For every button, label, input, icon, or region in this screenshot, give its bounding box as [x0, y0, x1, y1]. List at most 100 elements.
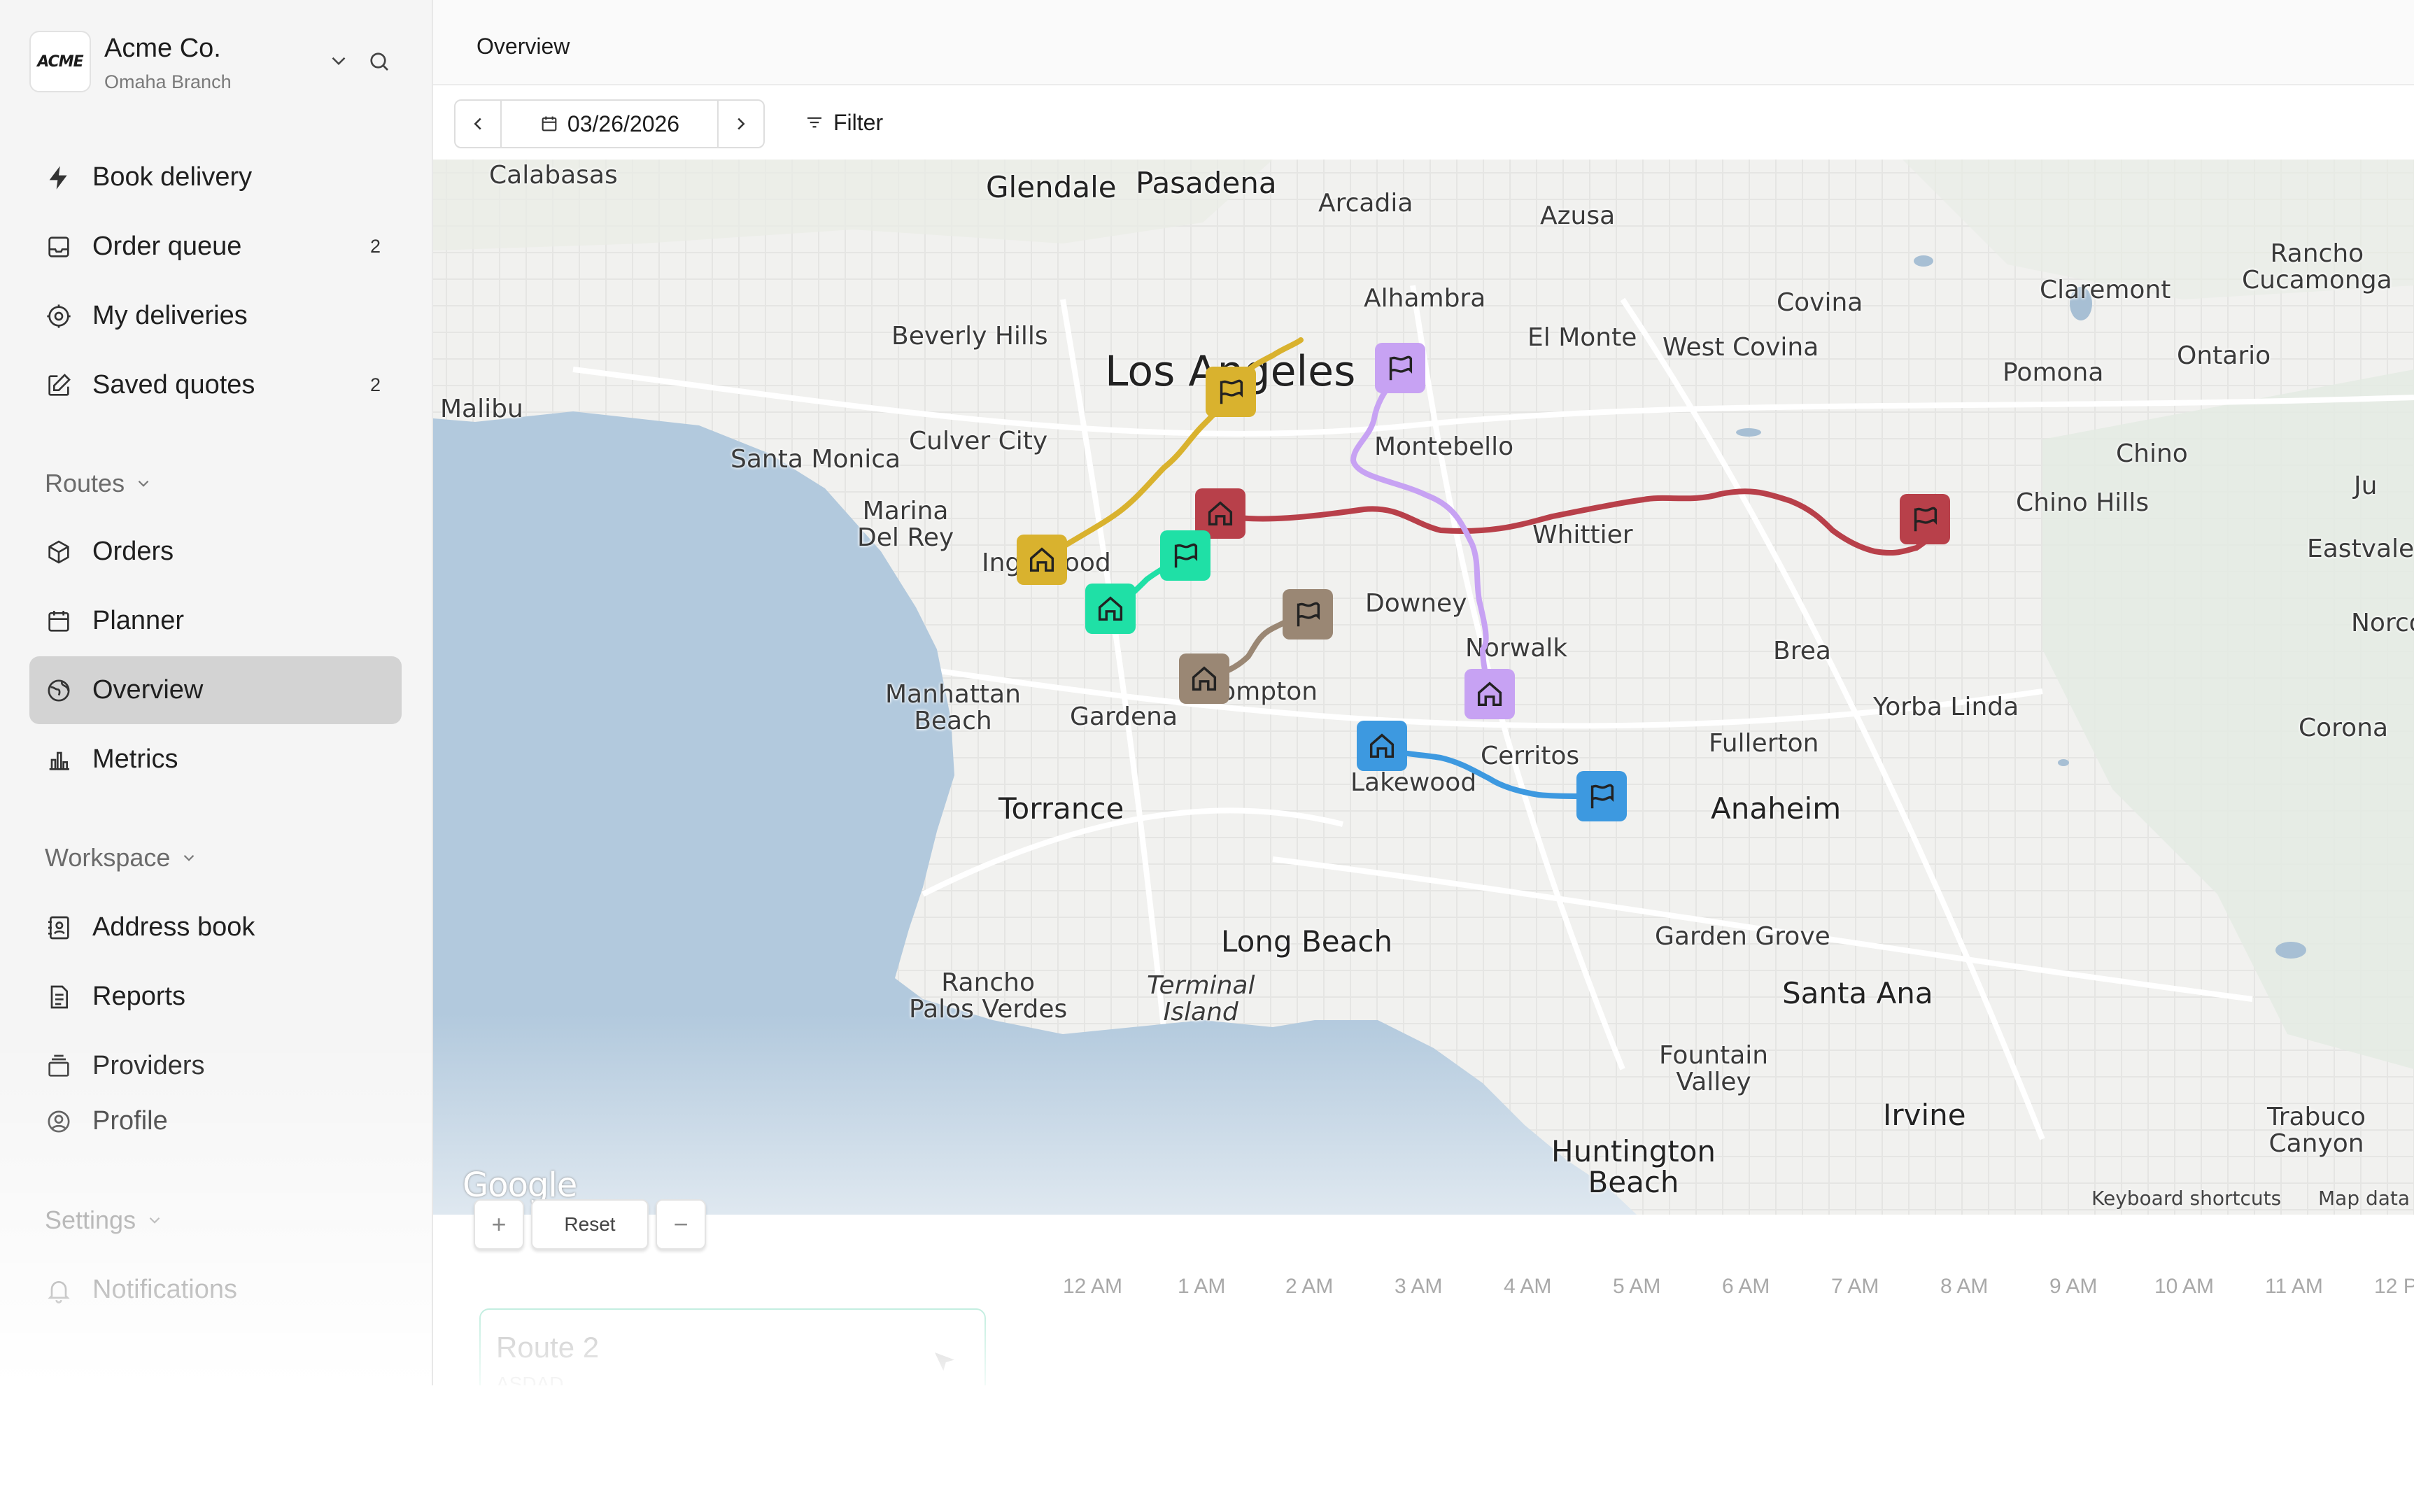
next-day-button[interactable] [717, 101, 763, 147]
route-end-marker-teal[interactable] [1160, 530, 1210, 581]
chevron-right-icon [737, 118, 745, 130]
nav-label: My deliveries [92, 301, 248, 330]
reset-view-button[interactable]: Reset [531, 1199, 649, 1250]
section-settings[interactable]: Settings [45, 1206, 164, 1235]
hour-tick: 4 AM [1504, 1275, 1552, 1298]
chevron-down-icon [180, 849, 198, 867]
flag-icon [1297, 602, 1320, 627]
section-label: Settings [45, 1206, 136, 1234]
home-icon [1098, 596, 1123, 621]
org-branch: Omaha Branch [104, 71, 232, 92]
layers-icon [45, 1052, 73, 1080]
date-field[interactable]: 03/26/2026 [502, 101, 717, 147]
section-label: Routes [45, 469, 125, 497]
route-line-red[interactable] [1217, 488, 1937, 556]
route-end-marker-blue[interactable] [1576, 771, 1627, 821]
nav-label: Metrics [92, 744, 178, 774]
nav-label: Orders [92, 537, 174, 566]
sidebar: ACME Acme Co. Omaha Branch Book delivery… [0, 0, 433, 1385]
filter-icon [807, 117, 821, 128]
hour-tick: 11 AM [2265, 1275, 2323, 1298]
toolbar: 03/26/2026 Filter [433, 85, 2414, 158]
route-end-marker-brown[interactable] [1283, 589, 1333, 640]
nav-label: Address book [92, 912, 255, 942]
hour-tick: 6 AM [1722, 1275, 1770, 1298]
calendar-icon [45, 607, 73, 635]
org-switcher[interactable]: ACME Acme Co. Omaha Branch [29, 31, 400, 94]
home-icon [1477, 681, 1502, 707]
nav-saved-quotes[interactable]: Saved quotes 2 [29, 351, 402, 419]
route-start-marker-teal[interactable] [1085, 584, 1136, 634]
nav-overview[interactable]: Overview [29, 656, 402, 724]
hour-tick: 9 AM [2049, 1275, 2098, 1298]
edit-icon [45, 372, 73, 400]
bottom-blank-area [0, 1385, 2414, 1512]
home-icon [1208, 501, 1233, 526]
hour-tick: 8 AM [1940, 1275, 1989, 1298]
nav-metrics[interactable]: Metrics [29, 726, 402, 793]
keyboard-shortcuts-link[interactable]: Keyboard shortcuts [2091, 1187, 2281, 1210]
nav-label: Planner [92, 606, 184, 635]
filter-button[interactable]: Filter [804, 99, 883, 146]
previous-day-button[interactable] [456, 101, 502, 147]
nav-label: Overview [92, 675, 204, 705]
flag-icon [1590, 784, 1614, 809]
nav-order-queue[interactable]: Order queue 2 [29, 213, 402, 281]
nav-label: Notifications [92, 1275, 237, 1304]
route-name: Route 2 [496, 1331, 600, 1364]
nav-label: Profile [92, 1106, 168, 1136]
nav-label: Order queue [92, 232, 242, 261]
route-line-blue[interactable] [1378, 744, 1583, 799]
count-badge: 2 [369, 374, 381, 395]
nav-planner[interactable]: Planner [29, 587, 402, 655]
route-lines [1039, 337, 1937, 799]
nav-notifications[interactable]: Notifications [29, 1256, 402, 1324]
flag-icon [1389, 355, 1413, 381]
route-start-marker-brown[interactable] [1179, 653, 1229, 704]
inbox-icon [45, 233, 73, 261]
user-circle-icon [45, 1108, 73, 1136]
zoom-out-button[interactable]: − [656, 1199, 706, 1250]
date-value: 03/26/2026 [567, 111, 680, 136]
section-workspace[interactable]: Workspace [45, 843, 198, 872]
target-icon [45, 302, 73, 330]
route-map[interactable]: Calabasas Glendale Pasadena Arcadia Azus… [433, 160, 2414, 1215]
filter-label: Filter [833, 109, 884, 135]
bell-icon [45, 1276, 73, 1304]
bar-chart-icon [45, 746, 73, 774]
hour-tick: 1 AM [1178, 1275, 1226, 1298]
flag-icon [1914, 507, 1937, 532]
map-data-link[interactable]: Map data [2318, 1187, 2410, 1210]
app-window: ACME Acme Co. Omaha Branch Book delivery… [0, 0, 2414, 1512]
chevron-down-icon[interactable] [327, 49, 351, 73]
zoom-controls: + Reset − [474, 1199, 706, 1250]
navigate-icon[interactable] [930, 1348, 959, 1377]
zoom-in-button[interactable]: + [474, 1199, 524, 1250]
route-start-marker-purple[interactable] [1464, 669, 1515, 719]
nav-orders[interactable]: Orders [29, 518, 402, 586]
search-icon[interactable] [367, 49, 392, 74]
nav-label: Book delivery [92, 162, 253, 192]
hour-tick: 12 P [2374, 1275, 2414, 1298]
route-start-marker-yellow[interactable] [1017, 535, 1067, 585]
page-title: Overview [477, 34, 570, 59]
home-icon [1029, 547, 1054, 572]
count-badge: 2 [369, 236, 381, 257]
acme-logo: ACME [29, 31, 91, 92]
org-name: Acme Co. [104, 34, 221, 63]
route-end-marker-yellow[interactable] [1206, 367, 1256, 417]
section-routes[interactable]: Routes [45, 469, 153, 498]
hour-tick: 3 AM [1395, 1275, 1443, 1298]
home-icon [1369, 733, 1395, 758]
nav-my-deliveries[interactable]: My deliveries [29, 282, 402, 350]
hour-tick: 12 AM [1063, 1275, 1123, 1298]
nav-profile[interactable]: Profile [29, 1087, 402, 1155]
hour-tick: 10 AM [2154, 1275, 2215, 1298]
nav-reports[interactable]: Reports [29, 963, 402, 1031]
route-line-yellow[interactable] [1039, 337, 1304, 563]
route-end-marker-purple[interactable] [1375, 343, 1425, 393]
nav-address-book[interactable]: Address book [29, 893, 402, 961]
nav-book-delivery[interactable]: Book delivery [29, 143, 402, 211]
route-start-marker-blue[interactable] [1357, 721, 1407, 771]
route-end-marker-red[interactable] [1900, 494, 1950, 544]
